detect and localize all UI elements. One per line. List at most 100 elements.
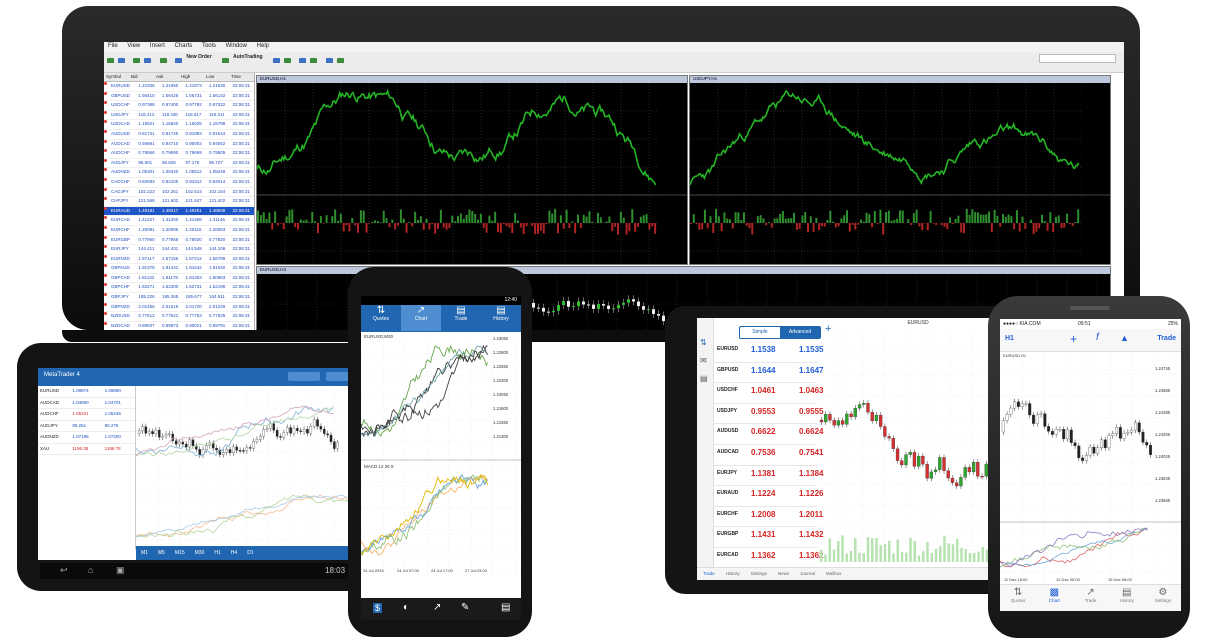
market-watch-row[interactable]: GBPCHF 1.52271 1.52300 1.52731 1.52198 22:06:… — [104, 283, 254, 294]
market-watch-row[interactable]: AUDUSD 0.81731 0.81745 0.81983 0.81644 22:06:… — [104, 129, 254, 140]
market-watch-row[interactable]: GBPNZD 2.01456 2.01519 2.01720 2.01249 22:06:… — [104, 302, 254, 313]
quote-row[interactable]: AUDUSD 0.6622 0.6624 — [713, 424, 823, 445]
quote-row[interactable]: EURCHF 1.2008 1.2011 — [713, 507, 823, 528]
indicators-icon[interactable]: f — [1096, 332, 1099, 343]
symbol-row[interactable]: AUDJPY 80.251 80.275 — [38, 421, 135, 432]
timeframe-m30[interactable]: M30 — [195, 550, 205, 556]
bottom-tab-news[interactable]: News — [778, 571, 789, 580]
timeframe-h4[interactable]: H4 — [231, 550, 237, 556]
market-watch-row[interactable]: CHFJPY 121.568 121.602 121.847 121.402 22:06:… — [104, 197, 254, 207]
new-order-button[interactable] — [288, 372, 320, 381]
market-watch-row[interactable]: GBPAUD 1.91378 1.91441 1.91542 1.91040 22:06:… — [104, 264, 254, 274]
market-watch-row[interactable]: NZDUSD 0.77612 0.77641 0.77753 0.77525 22:06:… — [104, 312, 254, 322]
market-watch-row[interactable]: EURNZD 1.57117 1.57155 1.57212 1.56788 22:06:… — [104, 254, 254, 265]
timeframe-m5[interactable]: M5 — [158, 550, 165, 556]
chat-icon[interactable]: ✉ — [700, 356, 707, 365]
col-symbol[interactable]: Symbol — [104, 73, 129, 81]
symbol-row[interactable]: AUDCHF 1.05221 1.05245 — [38, 409, 135, 421]
symbol-row[interactable]: AUDNZD 1.07186 1.07200 — [38, 432, 135, 444]
quote-row[interactable]: USDCHF 1.0461 1.0463 — [713, 383, 823, 404]
market-watch-row[interactable]: GBPCAD 1.81132 1.81178 1.81403 1.80983 22:06:… — [104, 273, 254, 284]
menu-charts[interactable]: Charts — [175, 43, 193, 49]
doc-icon[interactable]: ▤ — [700, 374, 708, 383]
quote-row[interactable]: AUDCAD 0.7536 0.7541 — [713, 445, 823, 466]
market-watch-row[interactable]: EURCAD 1.41227 1.41250 1.41468 1.41146 22:06:… — [104, 216, 254, 226]
market-watch-row[interactable]: EURGBP 0.77950 0.77968 0.78020 0.77820 22:06:… — [104, 235, 254, 246]
document-icon[interactable]: ▤ — [501, 602, 510, 613]
market-watch-row[interactable]: EURCHF 1.20081 1.20096 1.20116 1.20053 22:06:… — [104, 225, 254, 236]
nav-trade[interactable]: ▤ Trade — [441, 305, 481, 331]
bottom-tab-trade[interactable]: Trade — [703, 571, 715, 580]
menu-insert[interactable]: Insert — [150, 43, 165, 49]
nav-quotes[interactable]: ⇅ Quotes — [361, 305, 401, 331]
col-ask[interactable]: Ask — [154, 73, 179, 81]
nav-history[interactable]: ▤ History — [481, 305, 521, 331]
market-watch-row[interactable]: USDCHF 0.97388 0.97400 0.97792 0.97322 22:06:… — [104, 101, 254, 111]
market-watch-row[interactable]: USDCAD 1.15821 1.15840 1.16025 1.15788 22:06:… — [104, 120, 254, 130]
back-icon[interactable]: ↩ — [60, 565, 68, 576]
symbol-row[interactable]: XAU 1196.38 1196.78 — [38, 444, 135, 455]
timeframe-m15[interactable]: M15 — [175, 550, 185, 556]
tab-advanced[interactable]: Advanced — [780, 327, 820, 338]
tab-history[interactable]: ▤ History — [1109, 585, 1145, 611]
timeframe-button[interactable]: H1 — [1005, 335, 1014, 342]
col-time[interactable]: Time — [229, 73, 254, 81]
market-watch-row[interactable]: AUDJPY 96.801 96.826 97.176 96.727 22:06:31 — [104, 158, 254, 169]
search-input[interactable] — [1039, 54, 1116, 63]
timeframe-h1[interactable]: H1 — [214, 550, 220, 556]
tab-simple[interactable]: Simple — [740, 327, 780, 338]
quotes-tab-icon[interactable]: $ — [373, 603, 383, 613]
menu-window[interactable]: Window — [226, 43, 247, 49]
market-watch-row[interactable]: GBPJPY 185.226 185.265 185.677 184.911 22:06:… — [104, 293, 254, 303]
quote-row[interactable]: EURCAD 1.1362 1.1362 — [713, 548, 823, 569]
home-icon[interactable]: ⌂ — [88, 565, 93, 575]
timeframe-m1[interactable]: M1 — [141, 550, 148, 556]
menu-help[interactable]: Help — [257, 43, 269, 49]
bottom-tab-settings[interactable]: Settings — [751, 571, 767, 580]
tab-settings[interactable]: ⚙ Settings — [1145, 585, 1181, 611]
new-order-button[interactable]: New Order — [186, 52, 211, 60]
quotes-icon[interactable]: ⇅ — [700, 338, 707, 347]
crosshair-icon[interactable]: + — [1070, 332, 1077, 346]
tab-quotes[interactable]: ⇅ Quotes — [1000, 585, 1036, 611]
tab-chart[interactable]: ▩ Chart — [1036, 585, 1072, 611]
quote-row[interactable]: EURAUD 1.1224 1.1226 — [713, 486, 823, 507]
col-bid[interactable]: Bid — [129, 73, 154, 81]
market-watch-row[interactable]: CADJPY 102.223 102.251 102.514 102.164 22:06:… — [104, 187, 254, 198]
market-watch-row[interactable]: EURAUD 1.49181 1.49217 1.49251 1.48839 22:06:… — [104, 206, 254, 217]
market-watch-row[interactable]: AUDNZD 1.05301 1.05340 1.05512 1.05249 22:06:… — [104, 168, 254, 178]
market-watch-row[interactable]: EURUSD 1.21936 1.21950 1.21973 1.21530 22:06:… — [104, 82, 254, 92]
quote-row[interactable]: EURUSD 1.1538 1.1535 — [713, 342, 823, 363]
market-watch-row[interactable]: CADCHF 0.84083 0.84105 0.84312 0.84014 22:06:… — [104, 177, 254, 188]
quote-row[interactable]: EURJPY 1.1381 1.1384 — [713, 466, 823, 487]
recent-apps-icon[interactable]: ▣ — [116, 565, 125, 576]
bottom-tab-journal[interactable]: Journal — [800, 571, 815, 580]
bottom-tab-history[interactable]: History — [726, 571, 740, 580]
market-watch-row[interactable]: USDJPY 118.412 118.430 118.617 118.311 22:06:… — [104, 110, 254, 121]
market-watch-row[interactable]: AUDCAD 0.94691 0.94710 0.95002 0.94652 22:06:… — [104, 139, 254, 150]
line-icon[interactable]: ↗ — [433, 602, 441, 613]
tab-trade[interactable]: ↗ Trade — [1072, 585, 1108, 611]
edit-icon[interactable]: ✎ — [461, 602, 469, 613]
autotrading-button[interactable]: AutoTrading — [233, 52, 262, 60]
symbol-row[interactable]: EURUSD 1.09874 1.09890 — [38, 386, 135, 398]
objects-icon[interactable]: ▲ — [1120, 333, 1129, 343]
menu-tools[interactable]: Tools — [202, 43, 216, 49]
market-watch-row[interactable]: GBPUSD 1.56410 1.56425 1.56731 1.56142 22:06:… — [104, 91, 254, 102]
market-watch-row[interactable]: AUDCHF 0.79566 0.79590 0.79669 0.79505 22:06:… — [104, 149, 254, 159]
bottom-tab-mailbox[interactable]: Mailbox — [826, 571, 842, 580]
col-low[interactable]: Low — [204, 73, 229, 81]
chart-window-usdjpy[interactable]: USDJPY,H1 — [689, 75, 1111, 265]
nav-chart[interactable]: ↗ Chart — [401, 305, 441, 331]
menu-file[interactable]: File — [108, 43, 118, 49]
col-high[interactable]: High — [179, 73, 204, 81]
pie-icon[interactable]: ◐ — [403, 602, 409, 613]
menu-view[interactable]: View — [127, 43, 140, 49]
chart-window-eurusd[interactable]: EURUSD,H1 — [256, 75, 688, 265]
quote-row[interactable]: USDJPY 0.9553 0.9555 — [713, 404, 823, 425]
quote-row[interactable]: EURGBP 1.1431 1.1432 — [713, 527, 823, 548]
market-watch-row[interactable]: EURJPY 144.411 144.431 144.548 144.106 22:06:… — [104, 245, 254, 255]
trade-button[interactable]: Trade — [1157, 335, 1176, 342]
timeframe-d1[interactable]: D1 — [247, 550, 253, 556]
symbol-row[interactable]: AUDCAD 1.04690 1.04701 — [38, 398, 135, 409]
